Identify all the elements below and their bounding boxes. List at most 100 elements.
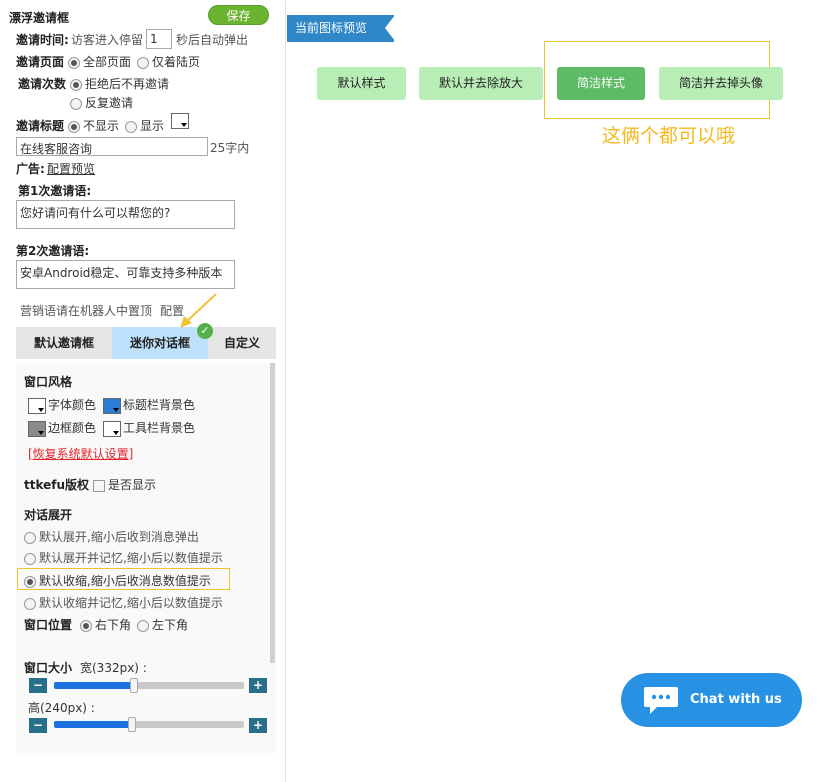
invite-time-prefix: 访客进入停留 [71, 33, 144, 47]
radio-icon [137, 56, 149, 69]
expand-option-2[interactable]: 默认展开并记忆,缩小后以数值提示 [24, 549, 223, 566]
position-bottom-right[interactable]: 右下角 [80, 616, 131, 633]
invite-seconds-input[interactable]: 1 [146, 29, 172, 49]
style-default-button[interactable]: 默认样式 [317, 67, 406, 100]
toolbar-bg-picker[interactable]: 工具栏背景色 [103, 419, 195, 437]
font-color-picker[interactable]: 字体颜色 [28, 396, 96, 414]
option-label: 字体颜色 [48, 398, 97, 412]
titlebar-bg-picker[interactable]: 标题栏背景色 [103, 396, 195, 414]
invite2-textarea[interactable]: 安卓Android稳定、可靠支持多种版本 [16, 260, 235, 289]
invite-page-landing[interactable]: 仅着陆页 [137, 53, 200, 70]
title-color-picker-icon[interactable] [171, 113, 189, 129]
size-label: 窗口大小 [24, 661, 73, 675]
invite-title-hide[interactable]: 不显示 [68, 117, 119, 134]
color-picker-icon [103, 397, 121, 414]
invite-count-once[interactable]: 拒绝后不再邀请 [70, 75, 169, 92]
option-label: 右下角 [95, 618, 132, 632]
radio-icon [70, 97, 82, 110]
copyright-label: ttkefu版权 [24, 478, 90, 492]
chat-with-us-button[interactable]: Chat with us [621, 673, 802, 727]
option-label: 拒绝后不再邀请 [85, 77, 170, 91]
height-label: 高(240px) : [28, 701, 95, 715]
restore-defaults-link[interactable]: [恢复系统默认设置] [28, 445, 133, 462]
expand-heading: 对话展开 [24, 508, 73, 522]
panel-scrollbar[interactable] [270, 363, 275, 663]
dialog-type-tabs: 默认邀请框 迷你对话框 自定义 [16, 327, 276, 359]
invite-page-label: 邀请页面 [16, 55, 65, 69]
invite-title-show[interactable]: 显示 [125, 117, 164, 134]
invite1-label: 第1次邀请语: [18, 184, 92, 198]
color-picker-icon [28, 397, 46, 414]
width-minus-button[interactable]: − [29, 678, 47, 693]
invite-count-repeat[interactable]: 反复邀请 [70, 94, 133, 111]
save-button[interactable]: 保存 [208, 5, 269, 25]
invite-title-input[interactable]: 在线客服咨询 [16, 137, 208, 156]
option-label: 全部页面 [83, 55, 132, 69]
option-label: 默认收缩,缩小后收消息数值提示 [39, 574, 211, 588]
width-label: 宽(332px) : [80, 661, 147, 675]
style-simple-button[interactable]: 简洁样式 [557, 67, 645, 100]
style-simple-no-avatar-button[interactable]: 简洁并去掉头像 [659, 67, 783, 100]
option-label: 默认展开并记忆,缩小后以数值提示 [39, 551, 223, 565]
tab-custom[interactable]: 自定义 [208, 327, 276, 359]
height-slider-thumb[interactable] [128, 717, 136, 732]
checkbox-icon [93, 479, 105, 492]
invite-count-label: 邀请次数 [18, 77, 67, 91]
style-default-no-zoom-button[interactable]: 默认并去除放大 [419, 67, 543, 100]
ad-preview-link[interactable]: 配置预览 [47, 160, 95, 177]
radio-icon [70, 78, 82, 91]
radio-icon [68, 56, 80, 69]
option-label: 边框颜色 [48, 421, 97, 435]
radio-icon [68, 120, 80, 133]
option-label: 工具栏背景色 [123, 421, 196, 435]
tab-default-invite[interactable]: 默认邀请框 [16, 327, 112, 359]
expand-option-1[interactable]: 默认展开,缩小后收到消息弹出 [24, 528, 199, 545]
radio-icon [125, 120, 137, 133]
option-label: 不显示 [83, 119, 120, 133]
invite-title-label: 邀请标题 [16, 119, 65, 133]
ad-label: 广告: [16, 162, 45, 176]
tab-mini-dialog[interactable]: 迷你对话框 [112, 327, 208, 359]
chat-bubble-icon [644, 687, 678, 714]
checkmark-icon: ✓ [197, 323, 213, 339]
border-color-picker[interactable]: 边框颜色 [28, 419, 96, 437]
option-label: 默认展开,缩小后收到消息弹出 [39, 530, 199, 544]
invite1-textarea[interactable]: 您好请问有什么可以帮您的? [16, 200, 235, 229]
position-label: 窗口位置 [24, 618, 73, 632]
invite-time-label: 邀请时间: [16, 33, 69, 47]
radio-icon [24, 531, 36, 544]
radio-icon [24, 597, 36, 610]
option-label: 反复邀请 [85, 96, 134, 110]
option-label: 默认收缩并记忆,缩小后以数值提示 [39, 596, 223, 610]
marketing-note: 营销语请在机器人中置顶 [20, 304, 153, 318]
radio-icon [137, 619, 149, 632]
option-label: 标题栏背景色 [123, 398, 196, 412]
settings-sidebar: 漂浮邀请框 保存 邀请时间: 访客进入停留 1 秒后自动弹出 邀请页面 全部页面… [0, 0, 286, 782]
pointer-arrow-icon [180, 293, 217, 328]
expand-option-4[interactable]: 默认收缩并记忆,缩小后以数值提示 [24, 594, 223, 611]
height-minus-button[interactable]: − [29, 718, 47, 733]
position-bottom-left[interactable]: 左下角 [137, 616, 188, 633]
option-label: 仅着陆页 [152, 55, 201, 69]
option-label: 是否显示 [108, 478, 157, 492]
option-label: 显示 [140, 119, 165, 133]
option-label: 左下角 [152, 618, 189, 632]
preview-ribbon: 当前图标预览 [287, 15, 395, 42]
expand-option-3[interactable]: 默认收缩,缩小后收消息数值提示 [24, 572, 211, 589]
radio-icon [80, 619, 92, 632]
width-slider-thumb[interactable] [130, 678, 138, 693]
height-plus-button[interactable]: + [249, 718, 267, 733]
width-plus-button[interactable]: + [249, 678, 267, 693]
color-picker-icon [103, 420, 121, 437]
copyright-checkbox[interactable]: 是否显示 [93, 476, 156, 493]
invite-time-suffix: 秒后自动弹出 [176, 33, 249, 47]
window-style-heading: 窗口风格 [24, 375, 73, 389]
invite2-label: 第2次邀请语: [16, 244, 90, 258]
invite-page-all[interactable]: 全部页面 [68, 53, 131, 70]
panel-title: 漂浮邀请框 [9, 11, 70, 25]
title-limit-note: 25字内 [210, 141, 250, 155]
width-slider-fill [54, 682, 134, 689]
chat-label: Chat with us [690, 692, 782, 707]
radio-icon [24, 575, 36, 588]
radio-icon [24, 552, 36, 565]
